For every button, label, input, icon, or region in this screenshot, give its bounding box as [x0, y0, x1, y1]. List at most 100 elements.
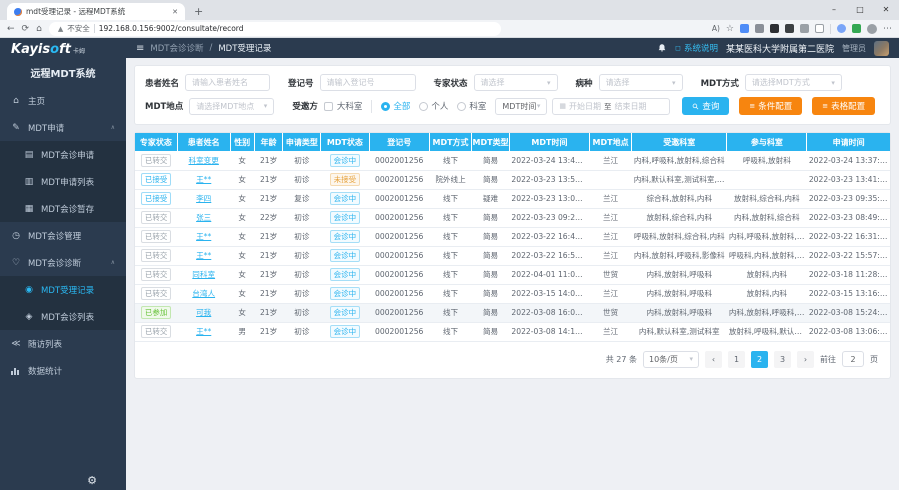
expert-status-badge: 已转交	[141, 249, 172, 262]
extension-icon[interactable]	[800, 24, 809, 33]
gender-cell: 女	[230, 303, 254, 322]
search-button[interactable]: 查询	[682, 97, 729, 115]
user-avatar[interactable]	[874, 41, 889, 56]
extension-icon[interactable]	[755, 24, 764, 33]
page-size-select[interactable]: 10条/页 ▾	[643, 351, 699, 368]
patient-name-link[interactable]: 同科室	[192, 270, 215, 279]
mdt-mode-cell: 线下	[429, 303, 471, 322]
back-icon[interactable]: ←	[7, 24, 15, 34]
more-menu-icon[interactable]: ⋯	[883, 24, 892, 34]
disease-label: 病种	[576, 77, 593, 89]
favorite-star-icon[interactable]: ☆	[726, 24, 734, 34]
page-button-3[interactable]: 3	[774, 351, 791, 368]
expert-status-badge: 已参加	[141, 306, 172, 319]
system-help-link[interactable]: ◻ 系统说明	[675, 42, 718, 54]
apply-type-cell: 初诊	[283, 170, 321, 189]
patient-name-link[interactable]: 可我	[196, 308, 211, 317]
register-no-cell: 0002001256	[369, 322, 429, 341]
sidebar-item-home[interactable]: ⌂ 主页	[0, 87, 126, 114]
patient-name-link[interactable]: 王**	[196, 175, 211, 184]
maximize-icon[interactable]: □	[847, 0, 873, 19]
patient-name-link[interactable]: 科室变更	[189, 156, 219, 165]
profile-avatar[interactable]	[867, 24, 877, 34]
mdt-mode-select[interactable]: 请选择MDT方式 ▾	[745, 74, 842, 91]
browser-address-bar: ← ⟳ ⌂ ▲ 不安全 192.168.0.156:9002/consultat…	[0, 20, 899, 38]
invited-depts-cell: 呼吸科,放射科,综合科,内科	[632, 227, 727, 246]
home-icon[interactable]: ⌂	[36, 24, 42, 34]
url-field[interactable]: ▲ 不安全 192.168.0.156:9002/consultate/reco…	[49, 22, 501, 36]
copilot-icon[interactable]	[837, 24, 846, 33]
apply-type-cell: 初诊	[283, 227, 321, 246]
extension-icon[interactable]	[785, 24, 794, 33]
patient-name-link[interactable]: 李四	[196, 194, 211, 203]
radio-all[interactable]	[381, 102, 390, 111]
mdt-status-badge: 会诊中	[330, 268, 361, 281]
page-button-1[interactable]: 1	[728, 351, 745, 368]
shield-icon: ◈	[24, 312, 34, 322]
patient-name-link[interactable]: 张三	[196, 213, 211, 222]
filter-card: 患者姓名 登记号 专家状态 请选择 ▾ 病种	[134, 65, 891, 125]
sidebar-item-statistics[interactable]: 数据统计	[0, 357, 126, 384]
date-range-picker[interactable]: ▦ 开始日期 至 结束日期	[552, 98, 670, 115]
extension-icon[interactable]	[770, 24, 779, 33]
sidebar-item-mdt-consult-list[interactable]: ◈ MDT会诊列表	[0, 303, 126, 330]
mdt-time-cell: 2022-03-24 13:40:00	[509, 151, 589, 170]
next-page-button[interactable]: ›	[797, 351, 814, 368]
mdt-place-select[interactable]: 请选择MDT地点 ▾	[189, 98, 274, 115]
sidebar-item-mdt-apply-list[interactable]: ▥ MDT申请列表	[0, 168, 126, 195]
screen: mdt受理记录 - 远程MDT系统 ✕ + – □ ✕ ← ⟳ ⌂ ▲ 不安全 …	[0, 0, 899, 490]
mdt-status-badge: 会诊中	[330, 192, 361, 205]
age-cell: 22岁	[254, 208, 283, 227]
mdt-time-cell: 2022-03-08 14:10:00	[509, 322, 589, 341]
prev-page-button[interactable]: ‹	[705, 351, 722, 368]
column-header: 性别	[230, 133, 254, 151]
patient-name-link[interactable]: 王**	[196, 232, 211, 241]
table-row: 已转交 台湾人 女 21岁 初诊 会诊中 0002001256 线下 简易 20…	[135, 284, 890, 303]
mdt-place-label: MDT地点	[145, 100, 183, 112]
patient-name-input[interactable]	[185, 74, 270, 91]
chevron-down-icon: ▾	[831, 79, 835, 87]
radio-personal[interactable]	[419, 102, 428, 111]
age-cell: 21岁	[254, 246, 283, 265]
extension-icon[interactable]	[740, 24, 749, 33]
close-icon[interactable]: ✕	[873, 0, 899, 19]
collapse-menu-icon[interactable]: ≡	[136, 43, 144, 54]
sidebar-item-mdt-consult-draft[interactable]: ▦ MDT会诊暂存	[0, 195, 126, 222]
sidebar-item-mdt-record[interactable]: ◉ MDT受理记录	[0, 276, 126, 303]
refresh-icon[interactable]: ⟳	[22, 24, 30, 34]
browser-essentials-icon[interactable]	[852, 24, 861, 33]
patient-name-link[interactable]: 王**	[196, 251, 211, 260]
top-header: ≡ MDT会诊诊断 / MDT受理记录 ◻ 系统说明 某某医科大学附属第二医院 …	[126, 38, 899, 58]
goto-page-input[interactable]	[842, 351, 864, 367]
sidebar-item-mdt-manage[interactable]: ◷ MDT会诊管理	[0, 222, 126, 249]
config-icon: ≡	[822, 102, 828, 110]
sidebar-item-mdt-consult-apply[interactable]: ▤ MDT会诊申请	[0, 141, 126, 168]
patient-name-link[interactable]: 王**	[196, 327, 211, 336]
browser-tab[interactable]: mdt受理记录 - 远程MDT系统 ✕	[7, 3, 185, 20]
user-icon: ◉	[24, 285, 34, 295]
tab-close-icon[interactable]: ✕	[172, 8, 178, 16]
minimize-icon[interactable]: –	[821, 0, 847, 19]
time-field-select[interactable]: MDT时间 ▾	[495, 98, 547, 115]
table-config-button[interactable]: ≡ 表格配置	[812, 97, 875, 115]
big-dept-checkbox[interactable]	[324, 102, 333, 111]
read-aloud-icon[interactable]: A)	[712, 24, 720, 33]
table-row: 已转交 王** 男 21岁 初诊 会诊中 0002001256 线下 简易 20…	[135, 322, 890, 341]
age-cell: 21岁	[254, 322, 283, 341]
sidebar-item-mdt-apply[interactable]: ✎ MDT申请 ∧	[0, 114, 126, 141]
sidebar-item-followup-list[interactable]: ≪ 随访列表	[0, 330, 126, 357]
expert-status-badge: 已转交	[141, 211, 172, 224]
disease-select[interactable]: 请选择 ▾	[599, 74, 683, 91]
bell-icon[interactable]	[657, 43, 667, 53]
register-no-input[interactable]	[320, 74, 416, 91]
heart-icon: ♡	[11, 258, 21, 268]
gear-icon[interactable]: ⚙	[87, 474, 97, 487]
sidebar-item-mdt-diagnosis[interactable]: ♡ MDT会诊诊断 ∧	[0, 249, 126, 276]
new-tab-button[interactable]: +	[194, 5, 203, 18]
split-screen-icon[interactable]	[815, 24, 824, 33]
patient-name-link[interactable]: 台湾人	[192, 289, 215, 298]
radio-dept[interactable]	[457, 102, 466, 111]
page-button-2[interactable]: 2	[751, 351, 768, 368]
expert-status-select[interactable]: 请选择 ▾	[474, 74, 558, 91]
condition-config-button[interactable]: ≡ 条件配置	[739, 97, 802, 115]
